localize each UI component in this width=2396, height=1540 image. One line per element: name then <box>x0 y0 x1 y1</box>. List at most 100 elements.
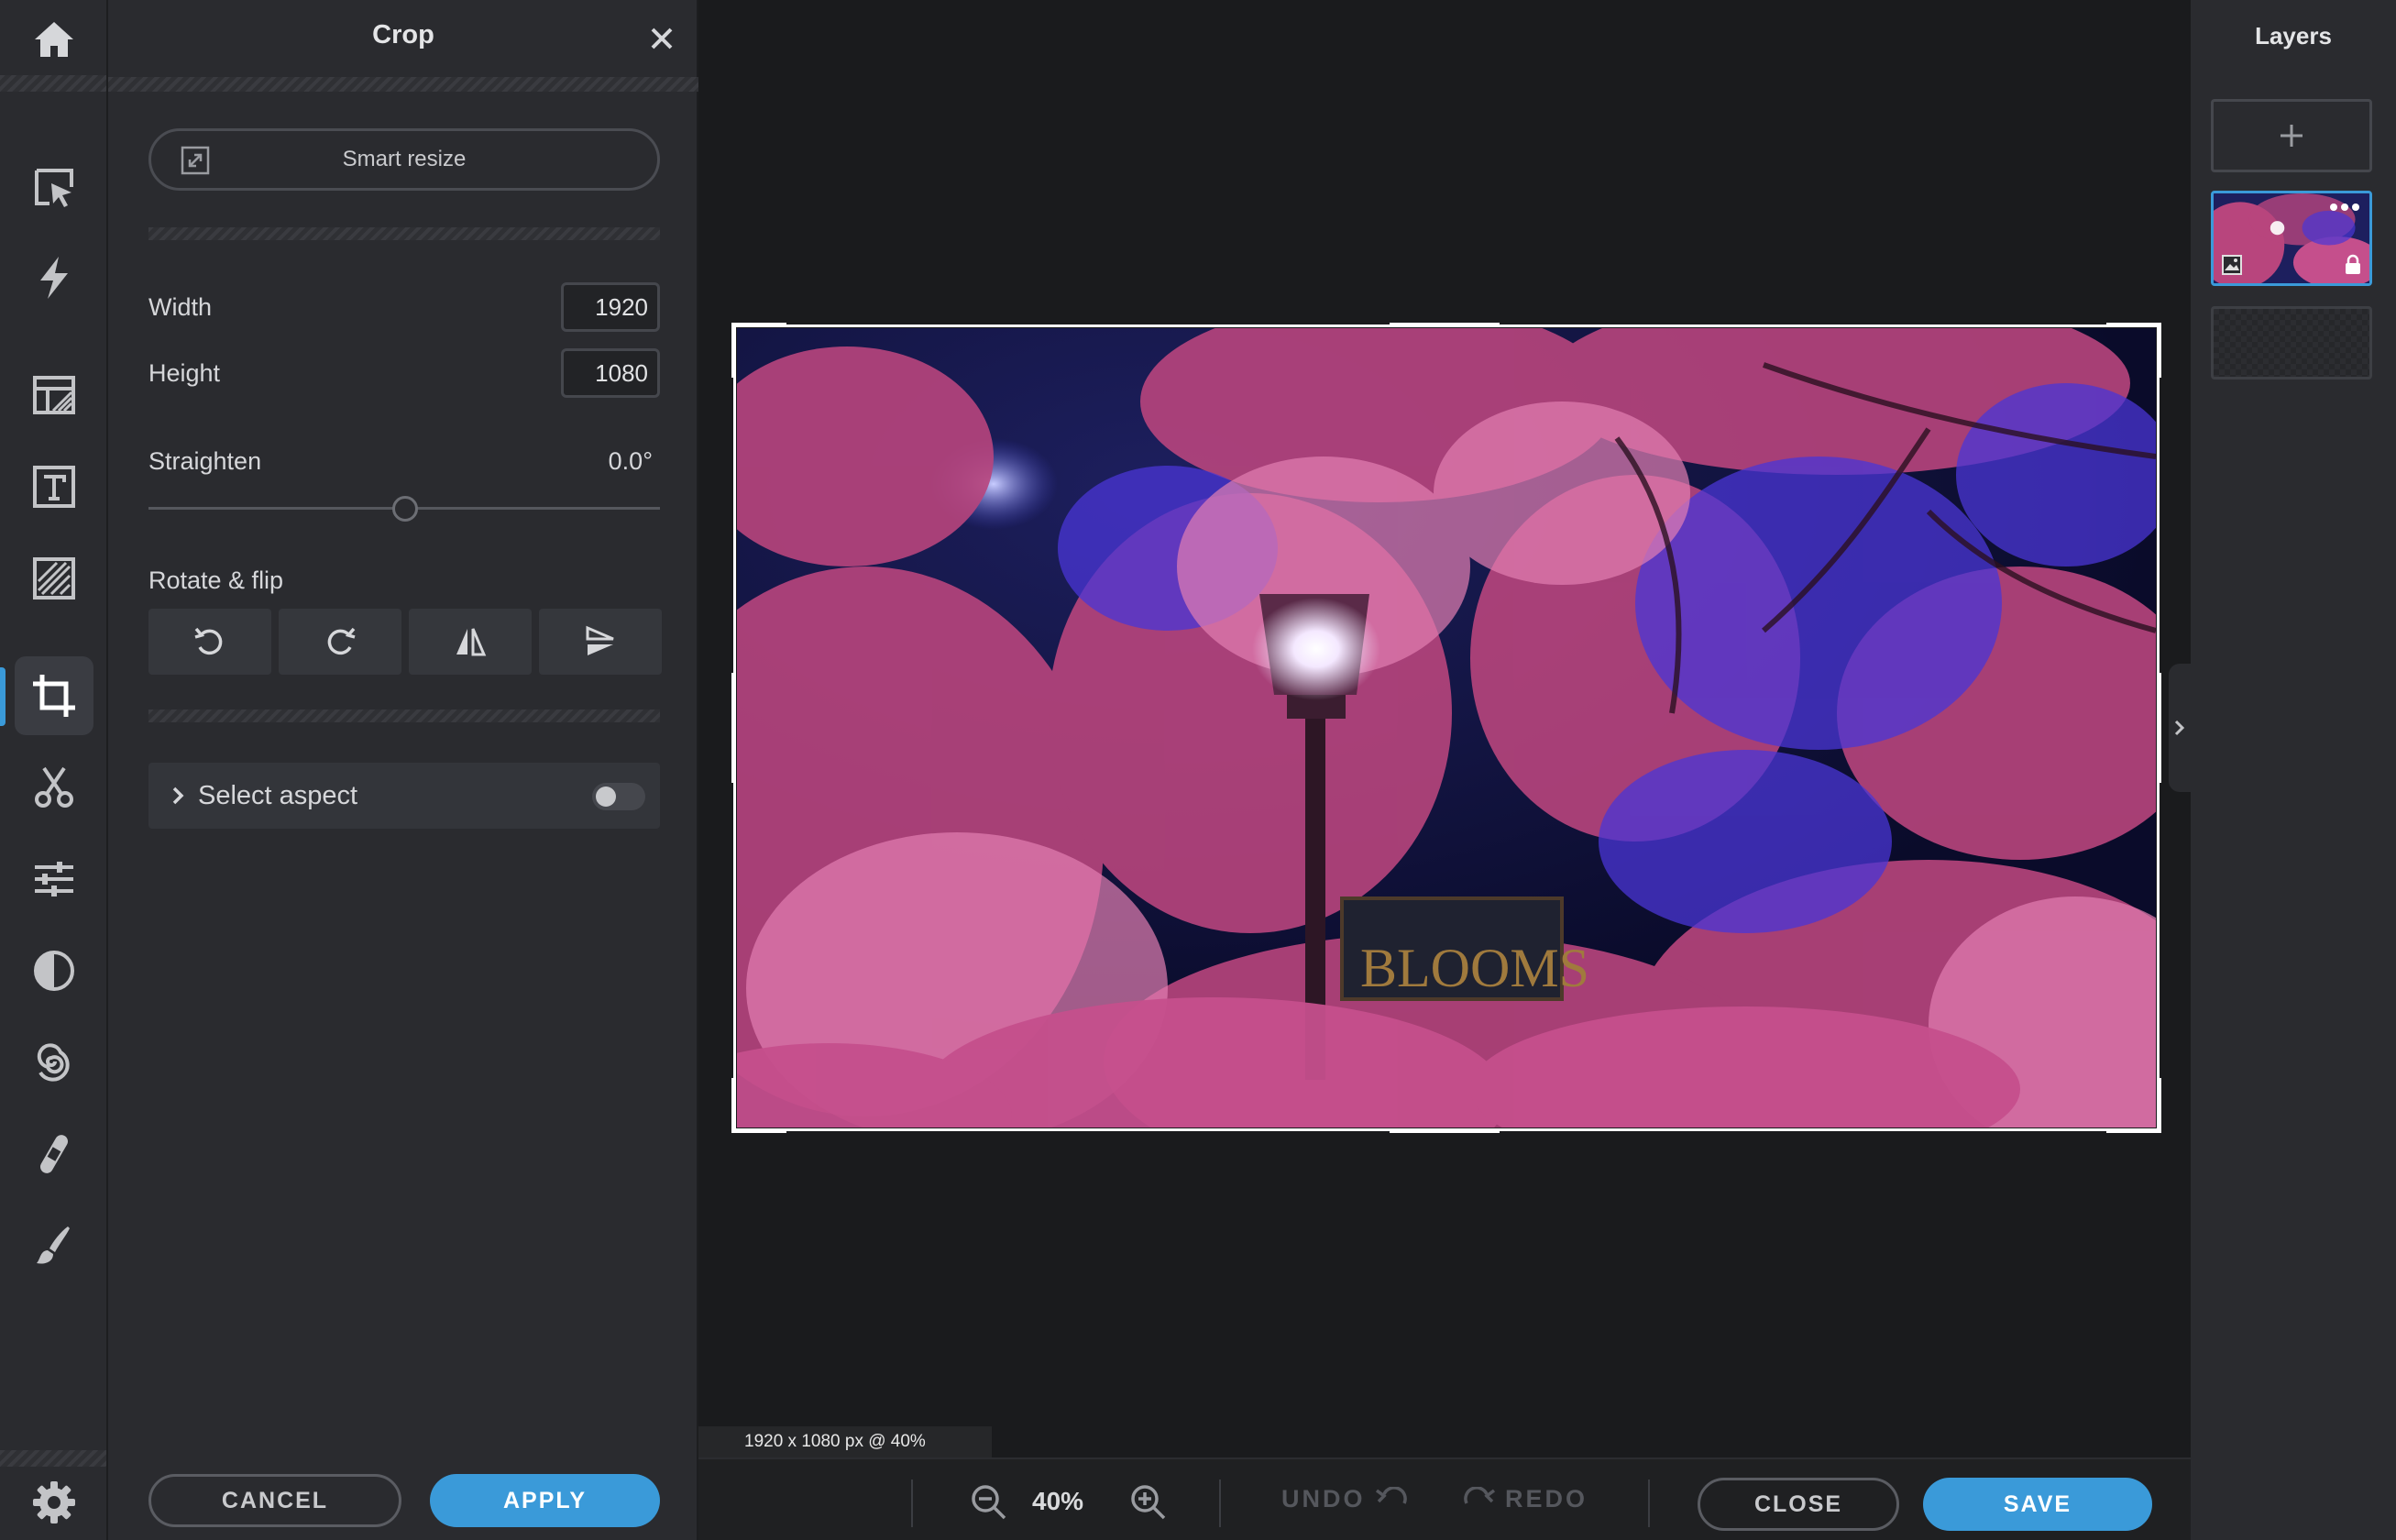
distort-tool-button[interactable] <box>15 1023 93 1102</box>
section-divider <box>148 710 660 722</box>
undo-button[interactable]: UNDO <box>1281 1485 1408 1513</box>
straighten-label: Straighten <box>148 447 262 475</box>
text-icon <box>33 466 75 508</box>
retouch-tool-button[interactable] <box>15 1115 93 1194</box>
crop-handle-top-left[interactable] <box>731 323 736 378</box>
effects-icon <box>34 951 74 991</box>
crop-handle-bottom-left[interactable] <box>731 1128 786 1133</box>
lock-icon[interactable] <box>2344 254 2362 276</box>
arrange-icon <box>35 169 73 207</box>
zoom-in-icon[interactable] <box>1127 1481 1168 1522</box>
select-aspect-toggle[interactable] <box>592 783 645 810</box>
crop-handle-bottom[interactable] <box>1390 1128 1500 1133</box>
straighten-slider-thumb[interactable] <box>392 496 418 522</box>
arrange-tool-button[interactable] <box>15 148 93 227</box>
settings-icon <box>33 1481 75 1524</box>
retouch-icon <box>40 1135 68 1173</box>
section-divider <box>148 227 660 240</box>
zoom-out-icon[interactable] <box>968 1481 1008 1522</box>
smart-resize-label: Smart resize <box>342 147 467 171</box>
photo-editor: Crop Smart resize Width 1920 Height 1080… <box>0 0 2396 1540</box>
crop-handle-bottom-right[interactable] <box>2157 1078 2161 1133</box>
close-panel-button[interactable] <box>642 18 682 59</box>
collapse-layers-button[interactable] <box>2169 664 2191 792</box>
plus-icon <box>2281 125 2303 147</box>
crop-handle-top-right[interactable] <box>2106 323 2161 327</box>
templates-icon <box>33 376 75 414</box>
active-tool-indicator <box>0 667 5 726</box>
rotate-left-icon <box>194 627 223 655</box>
crop-panel-title: Crop <box>372 20 434 50</box>
crop-handle-top[interactable] <box>1390 323 1500 327</box>
cutout-icon <box>35 766 73 808</box>
layer-item-photo[interactable] <box>2211 191 2372 286</box>
flip-vertical-icon <box>586 625 614 655</box>
flip-vertical-button[interactable] <box>539 609 662 675</box>
tool-rail <box>0 0 108 1540</box>
texture-tool-button[interactable] <box>15 539 93 618</box>
resize-icon <box>181 146 210 175</box>
texture-icon <box>33 557 75 600</box>
rail-divider-top <box>0 75 106 92</box>
image-size-info: 1920 x 1080 px @ 40% <box>698 1426 992 1458</box>
crop-handle-bottom-left[interactable] <box>731 1078 736 1133</box>
distort-icon <box>37 1043 70 1082</box>
bottom-toolbar: 40% UNDO REDO CLOSE SAVE <box>698 1458 2191 1540</box>
effects-tool-button[interactable] <box>15 931 93 1010</box>
settings-button[interactable] <box>15 1463 93 1540</box>
text-tool-button[interactable] <box>15 447 93 526</box>
templates-tool-button[interactable] <box>15 356 93 434</box>
crop-panel: Crop Smart resize Width 1920 Height 1080… <box>108 0 698 1540</box>
layers-title: Layers <box>2255 22 2332 50</box>
crop-frame[interactable] <box>733 324 2160 1131</box>
height-input[interactable]: 1080 <box>561 348 660 398</box>
crop-tool-button[interactable] <box>15 656 93 735</box>
width-input[interactable]: 1920 <box>561 282 660 332</box>
cancel-button[interactable]: CANCEL <box>148 1474 401 1527</box>
toolbar-divider <box>911 1480 913 1527</box>
toggle-knob <box>596 786 616 807</box>
crop-handle-bottom-right[interactable] <box>2106 1128 2161 1133</box>
apply-button[interactable]: APPLY <box>430 1474 660 1527</box>
layer-item-empty[interactable] <box>2211 306 2372 380</box>
layers-panel: Layers <box>2191 0 2396 1540</box>
crop-handle-top-left[interactable] <box>731 323 786 327</box>
toolbar-divider <box>1648 1480 1650 1527</box>
home-icon <box>35 22 73 57</box>
draw-icon <box>37 1226 70 1264</box>
crop-panel-header: Crop <box>108 0 698 77</box>
crop-handle-left[interactable] <box>731 673 736 783</box>
chevron-right-icon <box>2174 720 2185 736</box>
adjust-icon <box>35 862 73 896</box>
select-aspect-row[interactable]: Select aspect <box>148 763 660 829</box>
zoom-level: 40% <box>1032 1487 1084 1515</box>
rotate-right-icon <box>327 627 356 655</box>
adjust-tool-button[interactable] <box>15 840 93 918</box>
cutout-tool-button[interactable] <box>15 748 93 827</box>
save-button[interactable]: SAVE <box>1923 1478 2152 1531</box>
flip-horizontal-button[interactable] <box>409 609 532 675</box>
crop-handle-right[interactable] <box>2157 673 2161 783</box>
draw-tool-button[interactable] <box>15 1206 93 1285</box>
rotate-right-button[interactable] <box>279 609 401 675</box>
add-layer-button[interactable] <box>2211 99 2372 172</box>
more-options-icon[interactable] <box>2329 203 2360 212</box>
canvas-area[interactable]: BLOOMS 1920 x 1080 px @ 40% <box>698 0 2191 1458</box>
redo-button[interactable]: REDO <box>1463 1485 1588 1513</box>
rotate-left-button[interactable] <box>148 609 271 675</box>
redo-label: REDO <box>1505 1485 1588 1512</box>
close-button[interactable]: CLOSE <box>1698 1478 1899 1531</box>
crop-handle-top-right[interactable] <box>2157 323 2161 378</box>
toolbar-divider <box>1219 1480 1221 1527</box>
close-icon <box>651 28 673 50</box>
crop-icon <box>33 675 75 717</box>
image-layer-icon <box>2222 255 2242 275</box>
smart-resize-button[interactable]: Smart resize <box>148 128 660 191</box>
flip-horizontal-icon <box>456 628 487 656</box>
select-aspect-label: Select aspect <box>198 781 358 810</box>
undo-label: UNDO <box>1281 1485 1366 1512</box>
quick-edit-tool-button[interactable] <box>15 238 93 317</box>
undo-icon <box>1375 1486 1407 1504</box>
height-label: Height <box>148 359 221 387</box>
home-button[interactable] <box>15 0 93 79</box>
